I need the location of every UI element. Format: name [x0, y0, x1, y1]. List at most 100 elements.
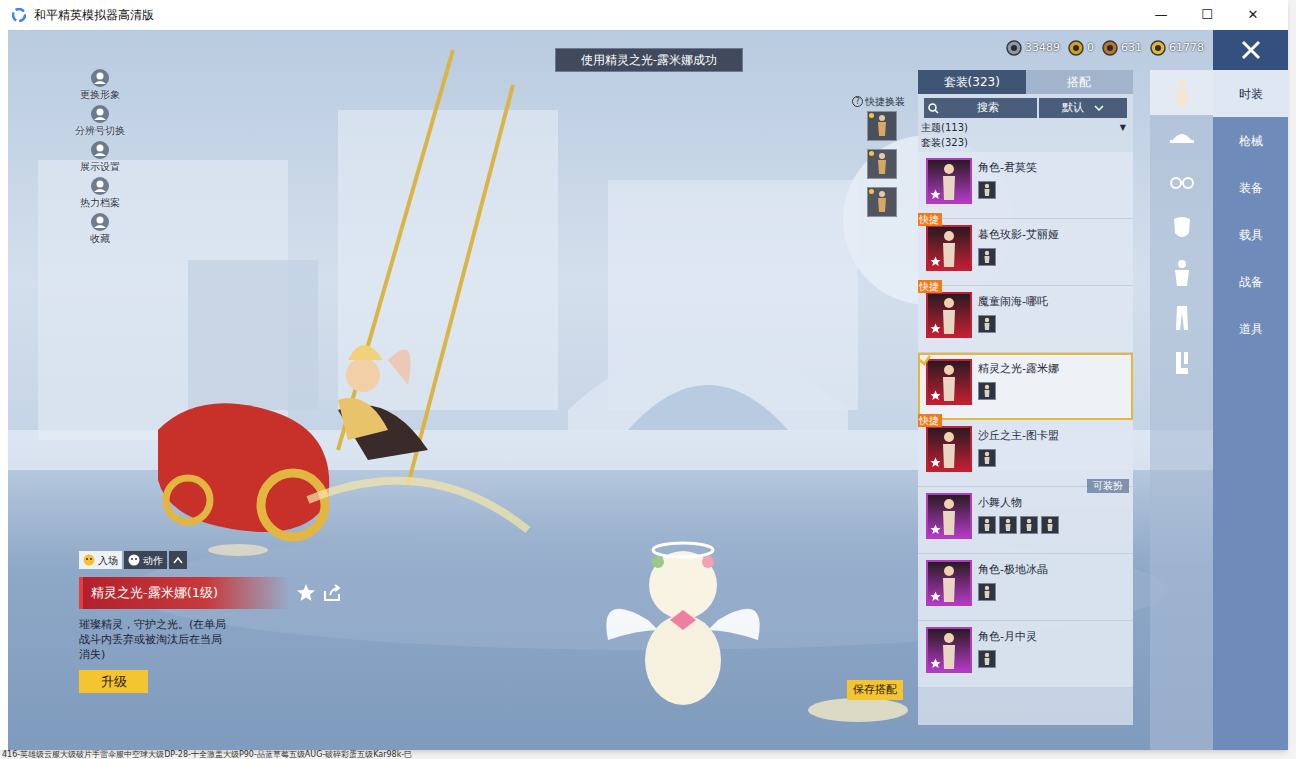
main-tab[interactable]: 装备: [1213, 164, 1288, 211]
favorite-button[interactable]: [296, 583, 316, 603]
item-description: 璀璨精灵，守护之光。(在单局战斗内丢弃或被淘汰后在当局消失): [79, 617, 231, 662]
part-slot: [999, 516, 1017, 534]
part-icon: [983, 183, 991, 197]
outfit-parts: [978, 650, 1129, 668]
outfit-thumb: [926, 158, 972, 204]
outfit-item[interactable]: 快捷暮色玫影-艾丽娅: [918, 219, 1133, 286]
part-icon: [983, 317, 991, 331]
outfit-item[interactable]: 角色-君莫笑: [918, 152, 1133, 219]
character-icon: [939, 229, 959, 269]
figure-icon: [875, 152, 889, 176]
filter-row[interactable]: 主题(113) ▼: [918, 120, 1133, 135]
star-icon: [930, 390, 941, 401]
preview-tab-label[interactable]: 入场: [98, 553, 118, 568]
category-item[interactable]: [1150, 250, 1213, 295]
filter-arrow[interactable]: ▼: [1120, 122, 1126, 134]
category-item[interactable]: [1150, 205, 1213, 250]
left-menu-item[interactable]: 热力档案: [70, 176, 130, 209]
part-icon: [1025, 518, 1033, 532]
preview-tab[interactable]: 入场: [79, 551, 122, 569]
coin-icon: [1068, 40, 1084, 56]
star-icon: [930, 323, 941, 334]
currency-amount: 631: [1121, 40, 1142, 57]
left-menu-label[interactable]: 热力档案: [80, 196, 120, 209]
save-outfit-button[interactable]: 保存搭配: [847, 680, 903, 700]
outfit-item[interactable]: 小舞人物可装扮: [918, 487, 1133, 554]
main-tab[interactable]: 枪械: [1213, 117, 1288, 164]
left-menu-label[interactable]: 分辨号切换: [75, 124, 125, 137]
left-menu-item[interactable]: 更换形象: [70, 68, 130, 101]
upgrade-label[interactable]: 升级: [101, 672, 127, 692]
outfit-name: 沙丘之主-图卡盟: [978, 428, 1129, 445]
part-slot: [978, 248, 996, 266]
outfit-thumb: [926, 627, 972, 673]
emote-icon: [83, 554, 95, 566]
currency-amount: 0: [1087, 40, 1094, 57]
main-tab[interactable]: 时装: [1213, 70, 1288, 117]
character-icon: [939, 564, 959, 604]
save-outfit-label[interactable]: 保存搭配: [853, 682, 897, 699]
part-slot: [978, 583, 996, 601]
category-item[interactable]: [1150, 115, 1213, 160]
left-menu-label[interactable]: 收藏: [90, 232, 110, 245]
search-icon: [928, 103, 939, 114]
currency-bar: 33489063161778: [1006, 40, 1204, 57]
outfit-item[interactable]: 角色-极地冰晶: [918, 554, 1133, 621]
left-menu-label[interactable]: 更换形象: [80, 88, 120, 101]
collapse-button[interactable]: [169, 551, 187, 569]
character-icon: [939, 162, 959, 202]
window-control[interactable]: ☐: [1184, 5, 1230, 25]
check-icon: [918, 353, 932, 367]
search-label[interactable]: 搜索: [943, 100, 1033, 117]
upgrade-button[interactable]: 升级: [79, 670, 148, 693]
chevron-down-icon: [1094, 105, 1104, 111]
part-icon: [983, 652, 991, 666]
main-tab[interactable]: 道具: [1213, 305, 1288, 352]
sort-label[interactable]: 默认: [1062, 100, 1084, 117]
quick-slot[interactable]: [867, 187, 897, 217]
selected-check: [918, 353, 932, 367]
outfit-name: 魔童闹海-哪吒: [978, 294, 1129, 311]
preview-tab-label[interactable]: 动作: [143, 553, 163, 568]
preview-tab[interactable]: 动作: [124, 551, 167, 569]
category-item[interactable]: [1150, 160, 1213, 205]
quick-badge: 快捷: [918, 414, 942, 427]
left-menu-item[interactable]: 收藏: [70, 212, 130, 245]
category-item[interactable]: [1150, 340, 1213, 385]
left-menu-label[interactable]: 展示设置: [80, 160, 120, 173]
left-menu-item[interactable]: 展示设置: [70, 140, 130, 173]
filter-label[interactable]: 主题(113): [921, 120, 968, 135]
title-bar: 和平精英模拟器高清版—☐✕: [0, 0, 1288, 30]
sort-dropdown[interactable]: 默认: [1039, 98, 1127, 118]
main-tab[interactable]: 战备: [1213, 258, 1288, 305]
category-item[interactable]: [1150, 70, 1213, 115]
main-tab[interactable]: 载具: [1213, 211, 1288, 258]
quick-slot[interactable]: [867, 149, 897, 179]
outfit-item[interactable]: 快捷魔童闹海-哪吒: [918, 286, 1133, 353]
main-tabs: 时装枪械装备载具战备道具: [1213, 70, 1288, 750]
outfit-item[interactable]: 角色-月中灵: [918, 621, 1133, 688]
outfit-parts: [978, 382, 1129, 400]
close-button[interactable]: [1213, 30, 1288, 70]
category-icon: [1168, 123, 1196, 153]
slot-dot: [869, 189, 874, 194]
panel-tab[interactable]: 搭配: [1026, 70, 1134, 94]
slot-dot: [869, 113, 874, 118]
emulator-window: 和平精英模拟器高清版—☐✕使用精灵之光-露米娜成功33489063161778更…: [0, 0, 1288, 750]
outfit-item[interactable]: 快捷沙丘之主-图卡盟: [918, 420, 1133, 487]
category-item[interactable]: [1150, 295, 1213, 340]
preview-info: 入场动作精灵之光-露米娜(1级)璀璨精灵，守护之光。(在单局战斗内丢弃或被淘汰后…: [79, 551, 349, 693]
left-menu-item[interactable]: 分辨号切换: [70, 104, 130, 137]
help-icon[interactable]: ?: [852, 96, 863, 107]
coin-icon: [1150, 40, 1166, 56]
game-scene: 使用精灵之光-露米娜成功33489063161778更换形象分辨号切换展示设置热…: [8, 30, 1288, 750]
window-control[interactable]: ✕: [1230, 5, 1276, 25]
outfit-parts: [978, 181, 1129, 199]
window-control[interactable]: —: [1138, 5, 1184, 25]
panel-tab[interactable]: 套装(323): [918, 70, 1026, 94]
outfit-item[interactable]: 精灵之光-露米娜: [918, 353, 1133, 420]
search-box[interactable]: 搜索: [924, 98, 1037, 118]
share-button[interactable]: [322, 583, 342, 603]
quick-slot[interactable]: [867, 111, 897, 141]
character-icon: [939, 497, 959, 537]
